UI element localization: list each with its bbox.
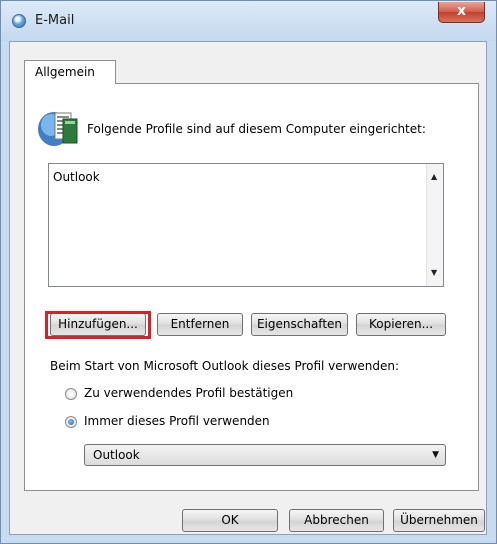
profiles-info-text: Folgende Profile sind auf diesem Compute… (87, 122, 426, 136)
startup-label: Beim Start von Microsoft Outlook dieses … (50, 359, 400, 373)
ok-button[interactable]: OK (182, 509, 278, 532)
always-profile-label[interactable]: Immer dieses Profil verwenden (84, 414, 270, 428)
confirm-profile-radio[interactable] (65, 388, 77, 400)
list-item[interactable]: Outlook (53, 170, 100, 184)
apply-button[interactable]: Übernehmen (393, 509, 485, 532)
tab-allgemein[interactable]: Allgemein (24, 60, 116, 84)
properties-button[interactable]: Eigenschaften (251, 313, 348, 336)
always-profile-radio[interactable] (65, 416, 77, 428)
scroll-down-icon[interactable]: ▼ (431, 268, 437, 277)
tab-panel-allgemein (24, 83, 479, 491)
cancel-button[interactable]: Abbrechen (289, 509, 384, 532)
confirm-profile-label[interactable]: Zu verwendendes Profil bestätigen (84, 386, 293, 400)
chevron-down-icon[interactable]: ▼ (432, 450, 439, 460)
window-title: E-Mail (35, 13, 75, 28)
listbox-scrollbar[interactable]: ▲ ▼ (426, 164, 443, 286)
email-dialog: E-Mail x Allgemein Folgende Profile sind… (0, 0, 497, 544)
profiles-listbox[interactable]: Outlook ▲ ▼ (48, 163, 444, 287)
profile-list-icon (38, 112, 78, 146)
close-button[interactable]: x (438, 2, 485, 23)
add-button[interactable]: Hinzufügen... (50, 313, 146, 336)
tab-label: Allgemein (35, 65, 95, 79)
title-bar[interactable]: E-Mail x (1, 1, 496, 41)
profile-select-value: Outlook (93, 448, 140, 462)
remove-button[interactable]: Entfernen (157, 313, 243, 336)
mail-globe-icon (12, 14, 26, 28)
profile-select[interactable]: Outlook ▼ (84, 444, 446, 466)
copy-button[interactable]: Kopieren... (356, 313, 446, 336)
scroll-up-icon[interactable]: ▲ (431, 172, 437, 181)
